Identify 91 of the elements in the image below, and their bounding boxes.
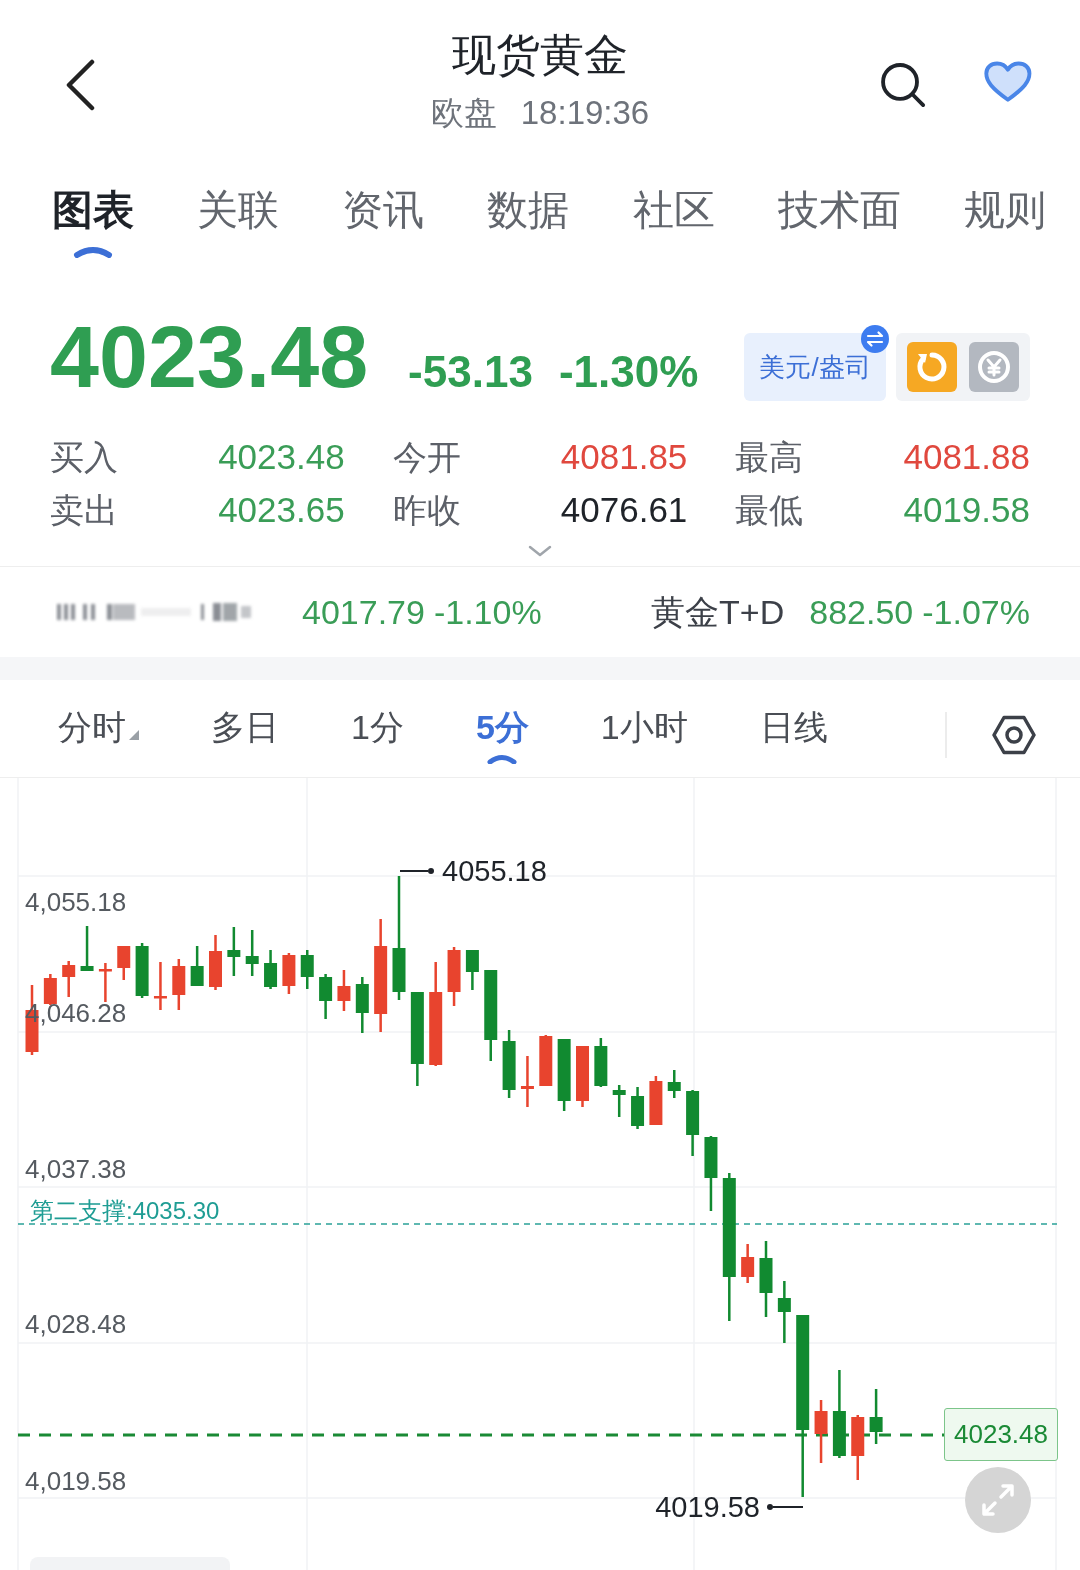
related-price: 882.50 (809, 591, 914, 633)
period-tab[interactable]: 分时 (58, 705, 139, 764)
period-tab[interactable]: 5分 (475, 705, 529, 764)
candle (153, 962, 167, 1010)
unit-button[interactable]: 美元/盎司 (744, 333, 886, 401)
candle (777, 1281, 791, 1343)
candle (80, 926, 94, 971)
candle (209, 935, 222, 990)
related-price: 4017.79 (302, 591, 425, 633)
stat-label: 最低 (735, 490, 804, 531)
tab[interactable]: 社区 (632, 186, 715, 234)
candle (539, 1035, 553, 1086)
back-icon[interactable] (64, 59, 96, 111)
caret-icon (73, 246, 113, 258)
stat-label: 卖出 (50, 490, 118, 531)
y-axis-label: 4,037.38 (25, 1154, 127, 1184)
stat-label: 今开 (392, 437, 461, 478)
candle (667, 1070, 681, 1098)
tab[interactable]: 关联 (197, 186, 280, 234)
price-change-percent: -1.30% (558, 350, 699, 394)
tab[interactable]: 规则 (963, 186, 1046, 234)
period-tab[interactable]: 1分 (351, 705, 404, 764)
diagonal-arrows-icon (981, 1483, 1015, 1517)
related-change: -1.07% (922, 591, 1030, 633)
related-name: 黄金T+D (651, 591, 785, 633)
candle (300, 950, 314, 989)
candle (43, 974, 57, 1005)
stat-value: 4081.88 (903, 436, 1030, 479)
last-price-tag: 4023.48 (944, 1408, 1058, 1461)
high-price-label: 4055.18 (442, 854, 547, 888)
y-axis-label: 4,055.18 (25, 887, 127, 917)
tab[interactable]: 技术面 (777, 186, 901, 234)
y-axis-label: 4,019.58 (25, 1466, 127, 1496)
candle (319, 974, 333, 1019)
candle (741, 1244, 755, 1283)
candle (447, 947, 461, 1006)
stat-value: 4081.85 (560, 436, 688, 479)
candle (520, 1056, 534, 1107)
stat-value: 4019.58 (903, 489, 1030, 532)
candle (337, 970, 351, 1011)
tab[interactable]: 图表 (52, 186, 134, 258)
candle (686, 1090, 700, 1156)
stat-value: 4023.65 (218, 489, 345, 532)
stat-label: 买入 (50, 437, 118, 478)
leader-line (399, 868, 434, 874)
candle (594, 1038, 608, 1087)
caret-icon (487, 753, 518, 764)
stat-label: 最高 (735, 437, 804, 478)
stat-value: 4076.61 (560, 489, 688, 532)
candle (264, 950, 278, 989)
candle (631, 1087, 645, 1129)
candle (117, 946, 131, 980)
candle (227, 927, 241, 976)
session-label: 欧盘 (430, 93, 497, 133)
candle (649, 1076, 663, 1125)
page-title: 现货黄金 (452, 29, 628, 81)
y-axis-label: 4,028.48 (25, 1309, 127, 1339)
stat-label: 昨收 (392, 490, 461, 531)
low-price-label: 4019.58 (655, 1490, 760, 1524)
support-label: 第二支撑:4035.30 (30, 1198, 220, 1224)
candle (98, 963, 112, 1002)
tab[interactable]: 数据 (487, 186, 570, 234)
price-change: -53.13 (408, 350, 533, 394)
stat-value: 4023.48 (218, 436, 345, 479)
candle (172, 959, 186, 1010)
candle (245, 930, 259, 976)
settings-icon[interactable] (992, 714, 1036, 755)
candle (612, 1085, 626, 1117)
time-label: 18:19:36 (520, 93, 650, 133)
related-change: -1.10% (433, 591, 542, 633)
period-tab[interactable]: 1小时 (600, 705, 688, 764)
chevron-down-icon[interactable] (528, 545, 552, 557)
candle (502, 1030, 516, 1098)
candle (135, 943, 149, 998)
period-tab[interactable]: 多日 (211, 705, 279, 764)
tab[interactable]: 资讯 (342, 186, 425, 234)
candle (190, 946, 204, 986)
candle (62, 961, 76, 997)
candle (282, 953, 296, 994)
candle (465, 950, 479, 990)
candle (814, 1400, 828, 1463)
candle (557, 1039, 571, 1111)
swap-icon[interactable] (861, 325, 889, 353)
candle (869, 1389, 883, 1444)
last-price: 4023.48 (50, 313, 369, 401)
coin-icon[interactable] (969, 342, 1019, 392)
candle (355, 977, 369, 1033)
candle (576, 1046, 589, 1107)
leader-line (767, 1504, 804, 1510)
candle (851, 1415, 865, 1480)
period-tab[interactable]: 日线 (759, 705, 828, 764)
